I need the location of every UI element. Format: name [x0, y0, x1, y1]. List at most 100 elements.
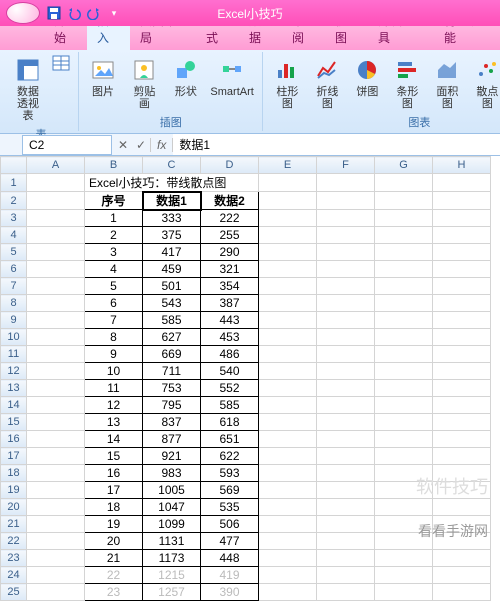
cell[interactable] [259, 192, 317, 210]
row-header-12[interactable]: 12 [1, 363, 27, 380]
col-header-A[interactable]: A [27, 157, 85, 174]
cell[interactable] [27, 397, 85, 414]
cell[interactable] [433, 499, 491, 516]
cell[interactable] [375, 414, 433, 431]
cell[interactable] [375, 567, 433, 584]
cell[interactable]: 1215 [143, 567, 201, 584]
cell[interactable] [27, 584, 85, 601]
cell[interactable]: 6 [85, 295, 143, 312]
cell[interactable]: 20 [85, 533, 143, 550]
picture-button[interactable]: 图片 [85, 54, 121, 112]
cell[interactable]: 627 [143, 329, 201, 346]
cell[interactable] [433, 261, 491, 278]
fx-icon[interactable]: fx [150, 138, 173, 152]
row-header-24[interactable]: 24 [1, 567, 27, 584]
smartart-button[interactable]: SmartArt [208, 54, 257, 112]
cell[interactable]: 417 [143, 244, 201, 261]
row-header-1[interactable]: 1 [1, 174, 27, 192]
row-header-15[interactable]: 15 [1, 414, 27, 431]
cell[interactable] [433, 312, 491, 329]
cell[interactable] [375, 431, 433, 448]
cell[interactable] [433, 363, 491, 380]
cell[interactable]: 1005 [143, 482, 201, 499]
cell[interactable] [375, 584, 433, 601]
cell[interactable]: 13 [85, 414, 143, 431]
cell[interactable]: 540 [201, 363, 259, 380]
cell[interactable] [433, 278, 491, 295]
cell[interactable] [259, 174, 317, 192]
cell[interactable] [317, 397, 375, 414]
cell[interactable] [27, 174, 85, 192]
cell[interactable] [27, 482, 85, 499]
cell[interactable] [433, 380, 491, 397]
cell[interactable] [433, 584, 491, 601]
bar-chart-button[interactable]: 条形图 [389, 54, 425, 112]
cell[interactable] [27, 448, 85, 465]
cell[interactable] [433, 210, 491, 227]
cell[interactable] [259, 227, 317, 244]
cell[interactable]: 453 [201, 329, 259, 346]
cell[interactable] [433, 397, 491, 414]
cell[interactable] [317, 261, 375, 278]
cell[interactable] [317, 174, 375, 192]
cell[interactable] [317, 210, 375, 227]
cell[interactable] [317, 550, 375, 567]
row-header-7[interactable]: 7 [1, 278, 27, 295]
cell[interactable]: 18 [85, 499, 143, 516]
cell[interactable]: 375 [143, 227, 201, 244]
cell[interactable] [375, 210, 433, 227]
cell[interactable]: 390 [201, 584, 259, 601]
col-header-C[interactable]: C [143, 157, 201, 174]
cell[interactable] [317, 533, 375, 550]
cell[interactable] [433, 192, 491, 210]
cell[interactable] [259, 414, 317, 431]
cell[interactable]: 23 [85, 584, 143, 601]
cell[interactable] [375, 516, 433, 533]
cell[interactable] [317, 244, 375, 261]
cell[interactable] [317, 192, 375, 210]
cell[interactable] [259, 346, 317, 363]
cell[interactable] [27, 278, 85, 295]
cell[interactable]: 669 [143, 346, 201, 363]
cell[interactable] [317, 499, 375, 516]
row-header-16[interactable]: 16 [1, 431, 27, 448]
cell[interactable]: 321 [201, 261, 259, 278]
line-chart-button[interactable]: 折线图 [309, 54, 345, 112]
cell[interactable] [259, 499, 317, 516]
cell[interactable] [259, 295, 317, 312]
cell[interactable] [259, 261, 317, 278]
cell[interactable]: 17 [85, 482, 143, 499]
cell[interactable]: 12 [85, 397, 143, 414]
cell[interactable] [259, 363, 317, 380]
cell[interactable]: 387 [201, 295, 259, 312]
cell[interactable] [259, 380, 317, 397]
cell[interactable]: Excel小技巧：带线散点图 [85, 174, 259, 192]
cell[interactable] [27, 363, 85, 380]
cell[interactable]: 795 [143, 397, 201, 414]
row-header-22[interactable]: 22 [1, 533, 27, 550]
row-header-21[interactable]: 21 [1, 516, 27, 533]
cell[interactable]: 711 [143, 363, 201, 380]
cell[interactable]: 983 [143, 465, 201, 482]
cell[interactable] [259, 448, 317, 465]
row-header-20[interactable]: 20 [1, 499, 27, 516]
row-header-6[interactable]: 6 [1, 261, 27, 278]
cell[interactable] [317, 329, 375, 346]
cell[interactable]: 10 [85, 363, 143, 380]
cell[interactable] [259, 567, 317, 584]
col-header-F[interactable]: F [317, 157, 375, 174]
cell[interactable] [27, 244, 85, 261]
cell[interactable]: 222 [201, 210, 259, 227]
cell[interactable]: 290 [201, 244, 259, 261]
cell[interactable]: 448 [201, 550, 259, 567]
row-header-18[interactable]: 18 [1, 465, 27, 482]
cell[interactable] [317, 448, 375, 465]
cell[interactable]: 14 [85, 431, 143, 448]
name-box[interactable]: C2 [22, 135, 112, 155]
cell[interactable]: 16 [85, 465, 143, 482]
cell[interactable] [317, 346, 375, 363]
cell[interactable] [317, 312, 375, 329]
cell[interactable]: 651 [201, 431, 259, 448]
cancel-icon[interactable]: ✕ [114, 138, 132, 152]
cell[interactable] [375, 278, 433, 295]
